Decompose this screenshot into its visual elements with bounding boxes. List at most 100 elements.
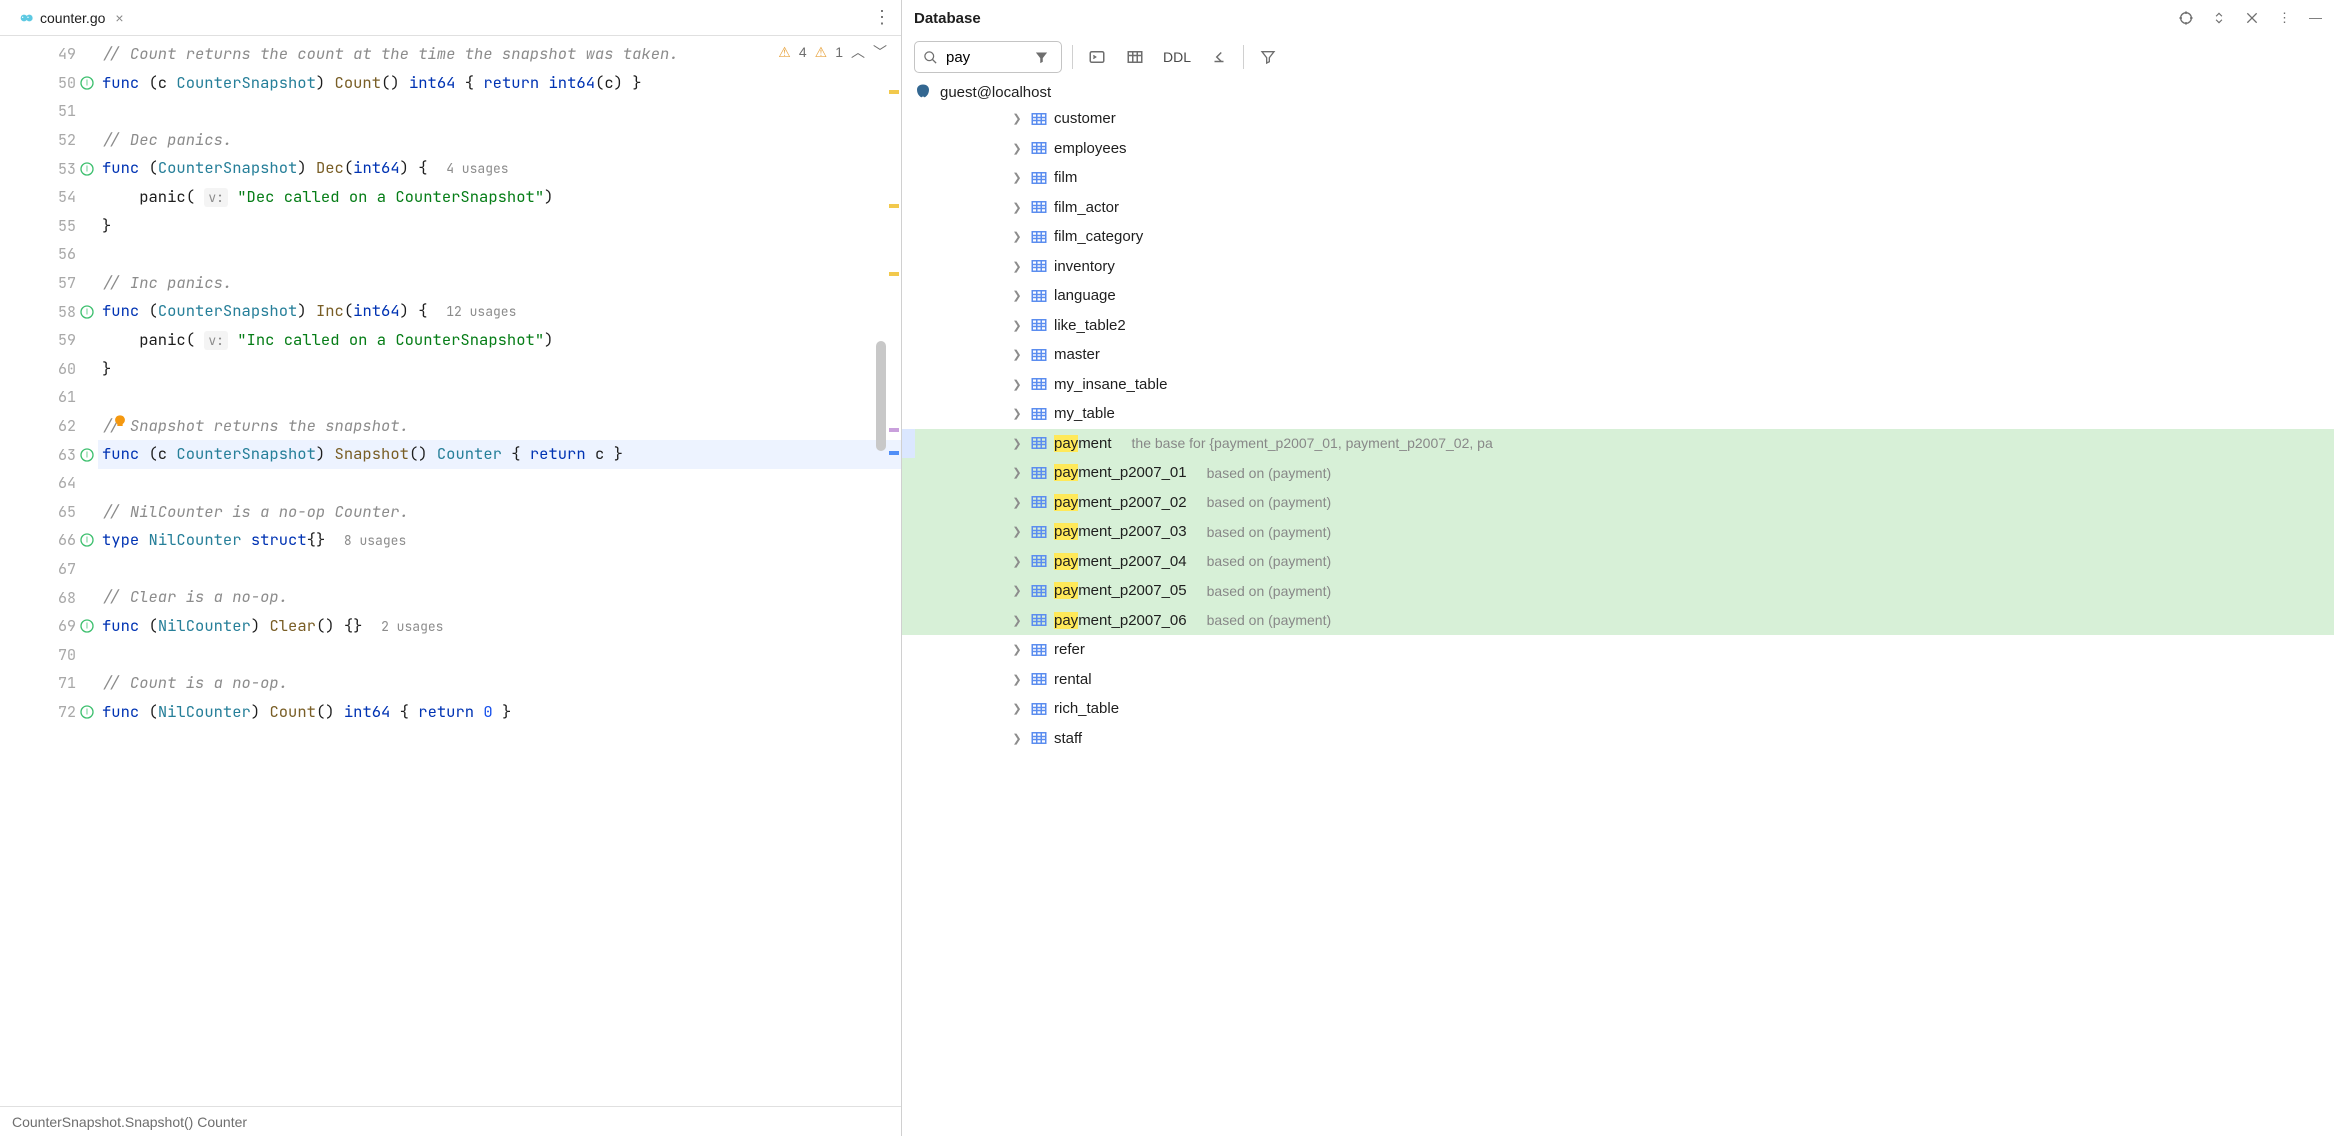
table-row[interactable]: ❯paymentthe base for {payment_p2007_01, … [902,429,2334,459]
method-marker-icon[interactable]: I [79,75,95,91]
intention-bulb-icon[interactable] [112,414,128,430]
code-line[interactable]: // NilCounter is a no-op Counter. [98,498,901,527]
code-line[interactable]: // Dec panics. [98,126,901,155]
method-marker-icon[interactable]: I [79,447,95,463]
marker[interactable] [889,428,899,432]
table-row[interactable]: ❯master [902,340,2334,370]
expand-icon[interactable]: ❯ [1010,319,1024,332]
hide-icon[interactable] [2244,10,2260,26]
expand-icon[interactable]: ❯ [1010,230,1024,243]
code-line[interactable]: panic( v: "Dec called on a CounterSnapsh… [98,183,901,212]
table-row[interactable]: ❯payment_p2007_03based on (payment) [902,517,2334,547]
code-line[interactable]: func (CounterSnapshot) Inc(int64) { 12 u… [98,297,901,326]
table-row[interactable]: ❯language [902,281,2334,311]
table-row[interactable]: ❯refer [902,635,2334,665]
gutter-row[interactable]: 57 [0,269,98,298]
code-line[interactable] [98,640,901,669]
marker[interactable] [889,90,899,94]
table-row[interactable]: ❯payment_p2007_06based on (payment) [902,606,2334,636]
gutter-row[interactable]: 66I [0,526,98,555]
expand-icon[interactable]: ❯ [1010,496,1024,509]
gutter-row[interactable]: 70 [0,640,98,669]
expand-icon[interactable]: ❯ [1010,112,1024,125]
table-row[interactable]: ❯film_actor [902,193,2334,223]
method-marker-icon[interactable]: I [79,704,95,720]
expand-icon[interactable]: ❯ [1010,260,1024,273]
gutter-row[interactable]: 54 [0,183,98,212]
search-input[interactable] [946,49,1026,66]
gutter-row[interactable]: 55 [0,212,98,241]
code-line[interactable]: type NilCounter struct{} 8 usages [98,526,901,555]
chevron-up-icon[interactable]: ︿ [851,42,865,62]
expand-icon[interactable]: ❯ [1010,289,1024,302]
table-row[interactable]: ❯rich_table [902,694,2334,724]
expand-icon[interactable]: ❯ [1010,643,1024,656]
code-line[interactable]: // Clear is a no-op. [98,583,901,612]
gutter-row[interactable]: 64 [0,469,98,498]
console-icon[interactable] [1083,43,1111,71]
gutter-row[interactable]: 61 [0,383,98,412]
ddl-button[interactable]: DDL [1159,49,1195,65]
inspections-widget[interactable]: ⚠4 ⚠1 ︿ ﹀ [778,42,887,62]
gutter-row[interactable]: 60 [0,355,98,384]
gutter-row[interactable]: 67 [0,555,98,584]
expand-icon[interactable]: ❯ [1010,584,1024,597]
file-tab[interactable]: counter.go × [8,6,134,30]
table-row[interactable]: ❯rental [902,665,2334,695]
table-row[interactable]: ❯film [902,163,2334,193]
filter-settings-icon[interactable] [1254,43,1282,71]
table-row[interactable]: ❯like_table2 [902,311,2334,341]
expand-icon[interactable]: ❯ [1010,525,1024,538]
table-row[interactable]: ❯film_category [902,222,2334,252]
code-line[interactable]: // Inc panics. [98,269,901,298]
table-row[interactable]: ❯payment_p2007_04based on (payment) [902,547,2334,577]
expand-icon[interactable]: ❯ [1010,437,1024,450]
expand-icon[interactable]: ❯ [1010,732,1024,745]
code-line[interactable]: func (c CounterSnapshot) Snapshot() Coun… [98,440,901,469]
expand-icon[interactable]: ❯ [1010,348,1024,361]
code-line[interactable]: } [98,355,901,384]
table-row[interactable]: ❯employees [902,134,2334,164]
expand-icon[interactable]: ❯ [1010,614,1024,627]
table-row[interactable]: ❯payment_p2007_05based on (payment) [902,576,2334,606]
code-line[interactable]: func (NilCounter) Count() int64 { return… [98,698,901,727]
expand-icon[interactable]: ❯ [1010,378,1024,391]
code-line[interactable] [98,97,901,126]
code-line[interactable] [98,240,901,269]
scrollbar[interactable] [876,341,886,451]
code-line[interactable] [98,469,901,498]
gutter-row[interactable]: 56 [0,240,98,269]
code-line[interactable]: func (c CounterSnapshot) Count() int64 {… [98,69,901,98]
gutter-row[interactable]: 63I [0,440,98,469]
gutter-row[interactable]: 62 [0,412,98,441]
expand-icon[interactable]: ❯ [1010,171,1024,184]
code-line[interactable]: func (NilCounter) Clear() {} 2 usages [98,612,901,641]
code-area[interactable]: // Count returns the count at the time t… [98,36,901,1106]
marker[interactable] [889,451,899,455]
marker-strip[interactable] [887,36,901,1106]
marker[interactable] [889,272,899,276]
gutter-row[interactable]: 51 [0,97,98,126]
expand-icon[interactable]: ❯ [1010,407,1024,420]
gutter-row[interactable]: 50I [0,69,98,98]
method-marker-icon[interactable]: I [79,161,95,177]
expand-icon[interactable]: ❯ [1010,201,1024,214]
gutter-row[interactable]: 65 [0,498,98,527]
table-row[interactable]: ❯customer [902,104,2334,134]
jump-to-source-icon[interactable] [1205,43,1233,71]
expand-icon[interactable]: ❯ [1010,142,1024,155]
expand-icon[interactable]: ❯ [1010,673,1024,686]
gutter-row[interactable]: 68 [0,583,98,612]
expand-icon[interactable]: ❯ [1010,555,1024,568]
tab-menu-icon[interactable]: ⋮ [873,7,891,28]
table-row[interactable]: ❯my_table [902,399,2334,429]
filter-icon[interactable] [1034,50,1049,65]
method-marker-icon[interactable]: I [79,304,95,320]
connection-row[interactable]: guest@localhost [902,80,2334,104]
method-marker-icon[interactable]: I [79,532,95,548]
gutter-row[interactable]: 53I [0,154,98,183]
code-line[interactable]: func (CounterSnapshot) Dec(int64) { 4 us… [98,154,901,183]
close-icon[interactable]: × [115,10,123,26]
gutter-row[interactable]: 58I [0,297,98,326]
table-view-icon[interactable] [1121,43,1149,71]
